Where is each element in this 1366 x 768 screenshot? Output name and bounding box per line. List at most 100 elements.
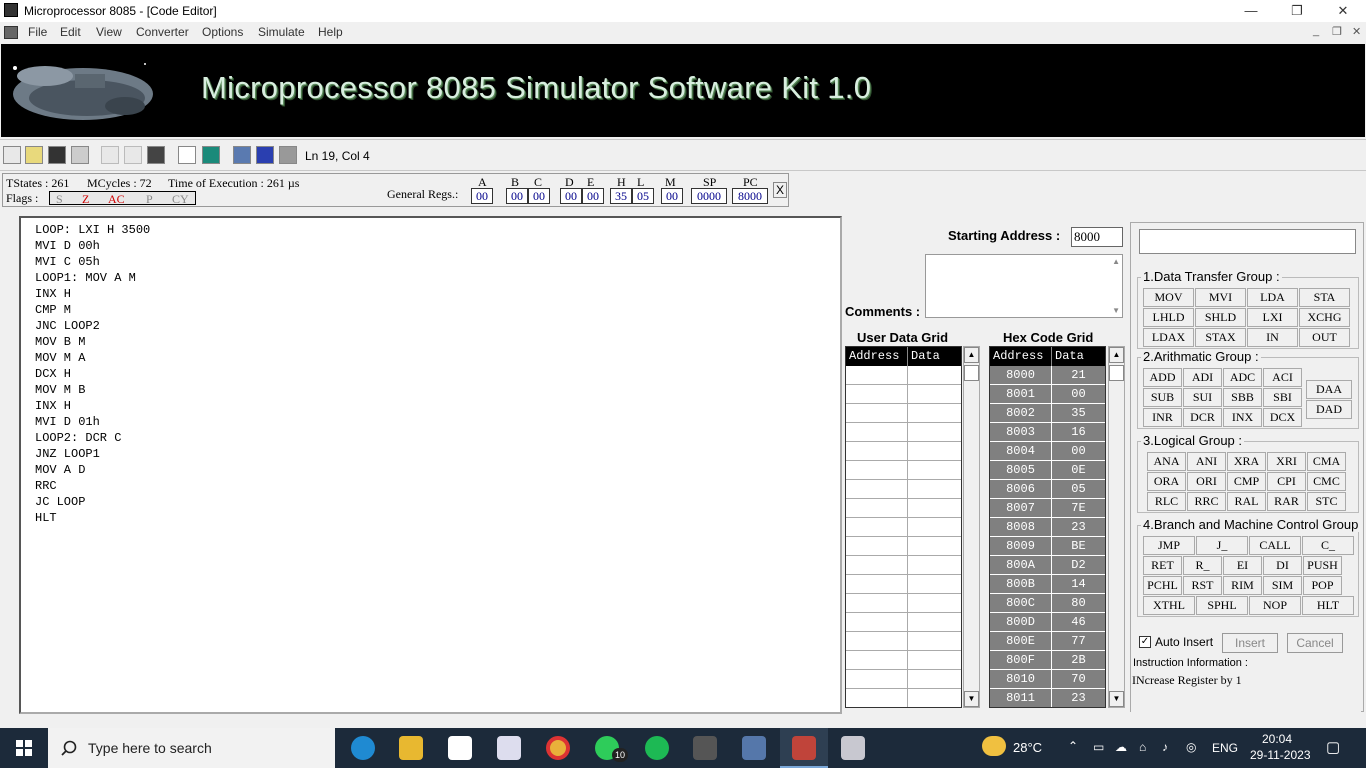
user-grid-row[interactable] xyxy=(846,651,961,670)
user-grid-data-cell[interactable] xyxy=(908,575,961,594)
user-grid-address-cell[interactable] xyxy=(846,385,908,404)
hex-grid-row[interactable]: 8007 7E xyxy=(990,499,1105,518)
hex-data-cell[interactable]: 35 xyxy=(1052,404,1105,423)
hex-code-grid[interactable]: Address Data 8000 21 8001 00 8002 35 8003 16 800… xyxy=(989,346,1106,708)
user-grid-data-cell[interactable] xyxy=(908,651,961,670)
user-grid-data-cell[interactable] xyxy=(908,556,961,575)
user-grid-address-cell[interactable] xyxy=(846,594,908,613)
hex-grid-row[interactable]: 800B 14 xyxy=(990,575,1105,594)
hex-address-cell[interactable]: 8001 xyxy=(990,385,1052,404)
code-line[interactable]: JC LOOP xyxy=(35,494,150,510)
store-icon[interactable] xyxy=(448,736,472,760)
instr-button-stax[interactable]: STAX xyxy=(1195,328,1246,347)
instr-button-xchg[interactable]: XCHG xyxy=(1299,308,1350,327)
hex-address-cell[interactable]: 8002 xyxy=(990,404,1052,423)
user-grid-data-cell[interactable] xyxy=(908,632,961,651)
hex-data-cell[interactable]: 00 xyxy=(1052,442,1105,461)
instr-button-cx[interactable]: C_ xyxy=(1302,536,1354,555)
hex-grid-row[interactable]: 8002 35 xyxy=(990,404,1105,423)
code-line[interactable]: MVI D 01h xyxy=(35,414,150,430)
hex-data-cell[interactable]: 05 xyxy=(1052,480,1105,499)
scroll-thumb[interactable] xyxy=(964,365,979,381)
hex-data-cell[interactable]: 77 xyxy=(1052,632,1105,651)
globe-icon[interactable]: ◎ xyxy=(1186,740,1196,754)
code-line[interactable]: INX H xyxy=(35,398,150,414)
instr-button-rar[interactable]: RAR xyxy=(1267,492,1306,511)
hex-grid-row[interactable]: 800E 77 xyxy=(990,632,1105,651)
user-grid-address-cell[interactable] xyxy=(846,556,908,575)
hex-data-cell[interactable]: 14 xyxy=(1052,575,1105,594)
code-line[interactable]: LOOP2: DCR C xyxy=(35,430,150,446)
user-grid-rows[interactable] xyxy=(846,366,961,707)
cut-icon[interactable] xyxy=(101,146,119,164)
instr-button-rrc[interactable]: RRC xyxy=(1187,492,1226,511)
menu-file[interactable]: File xyxy=(28,25,47,39)
code-line[interactable]: MOV M A xyxy=(35,350,150,366)
hex-address-cell[interactable]: 8011 xyxy=(990,689,1052,707)
restore-button[interactable]: ❐ xyxy=(1274,0,1320,22)
hex-grid-row[interactable]: 8003 16 xyxy=(990,423,1105,442)
user-grid-data-cell[interactable] xyxy=(908,366,961,385)
user-grid-data-cell[interactable] xyxy=(908,689,961,707)
hex-address-cell[interactable]: 8005 xyxy=(990,461,1052,480)
mdi-minimize-button[interactable]: _ xyxy=(1313,25,1319,37)
copy-icon[interactable] xyxy=(124,146,142,164)
hex-grid-row[interactable]: 800D 46 xyxy=(990,613,1105,632)
hex-address-cell[interactable]: 8007 xyxy=(990,499,1052,518)
user-grid-data-cell[interactable] xyxy=(908,480,961,499)
menu-simulate[interactable]: Simulate xyxy=(258,25,305,39)
user-grid-address-cell[interactable] xyxy=(846,689,908,707)
mdi-document-icon[interactable] xyxy=(4,26,18,39)
code-line[interactable]: JNZ LOOP1 xyxy=(35,446,150,462)
instr-button-pchl[interactable]: PCHL xyxy=(1143,576,1182,595)
hex-grid-row[interactable]: 8000 21 xyxy=(990,366,1105,385)
close-regs-button[interactable]: X xyxy=(773,182,787,198)
instr-button-rst[interactable]: RST xyxy=(1183,576,1222,595)
hex-grid-row[interactable]: 8006 05 xyxy=(990,480,1105,499)
hex-grid-row[interactable]: 800F 2B xyxy=(990,651,1105,670)
user-grid-address-cell[interactable] xyxy=(846,537,908,556)
user-grid-address-cell[interactable] xyxy=(846,442,908,461)
menu-view[interactable]: View xyxy=(96,25,122,39)
code-line[interactable]: MOV B M xyxy=(35,334,150,350)
instr-button-adi[interactable]: ADI xyxy=(1183,368,1222,387)
user-grid-address-cell[interactable] xyxy=(846,651,908,670)
hex-data-cell[interactable]: 00 xyxy=(1052,385,1105,404)
user-grid-data-cell[interactable] xyxy=(908,423,961,442)
user-grid-row[interactable] xyxy=(846,366,961,385)
instr-button-ana[interactable]: ANA xyxy=(1147,452,1186,471)
instr-button-ei[interactable]: EI xyxy=(1223,556,1262,575)
instr-button-sbi[interactable]: SBI xyxy=(1263,388,1302,407)
hex-data-cell[interactable]: 21 xyxy=(1052,366,1105,385)
hex-address-cell[interactable]: 8008 xyxy=(990,518,1052,537)
app-icon-extra[interactable] xyxy=(841,736,865,760)
hex-data-cell[interactable]: 23 xyxy=(1052,518,1105,537)
user-grid-data-cell[interactable] xyxy=(908,404,961,423)
hex-data-cell[interactable]: BE xyxy=(1052,537,1105,556)
paste-icon[interactable] xyxy=(147,146,165,164)
code-line[interactable]: INX H xyxy=(35,286,150,302)
hex-data-cell[interactable]: 7E xyxy=(1052,499,1105,518)
instr-button-mov[interactable]: MOV xyxy=(1143,288,1194,307)
clock-icon[interactable] xyxy=(178,146,196,164)
spotify-icon[interactable] xyxy=(645,736,669,760)
scroll-thumb[interactable] xyxy=(1109,365,1124,381)
user-grid-row[interactable] xyxy=(846,461,961,480)
file-explorer-icon[interactable] xyxy=(399,736,423,760)
remote-desktop-icon[interactable] xyxy=(742,736,766,760)
hex-data-cell[interactable]: 16 xyxy=(1052,423,1105,442)
hex-data-cell[interactable]: 2B xyxy=(1052,651,1105,670)
code-line[interactable]: MVI D 00h xyxy=(35,238,150,254)
user-grid-row[interactable] xyxy=(846,556,961,575)
chrome-icon[interactable] xyxy=(546,736,570,760)
code-line[interactable]: MVI C 05h xyxy=(35,254,150,270)
weather-icon[interactable] xyxy=(982,736,1006,756)
hex-grid-row[interactable]: 8010 70 xyxy=(990,670,1105,689)
user-grid-row[interactable] xyxy=(846,518,961,537)
instr-button-inx[interactable]: INX xyxy=(1223,408,1262,427)
weather-temp[interactable]: 28°C xyxy=(1013,740,1042,755)
menu-help[interactable]: Help xyxy=(318,25,343,39)
hex-address-cell[interactable]: 8000 xyxy=(990,366,1052,385)
user-grid-row[interactable] xyxy=(846,480,961,499)
instr-button-di[interactable]: DI xyxy=(1263,556,1302,575)
